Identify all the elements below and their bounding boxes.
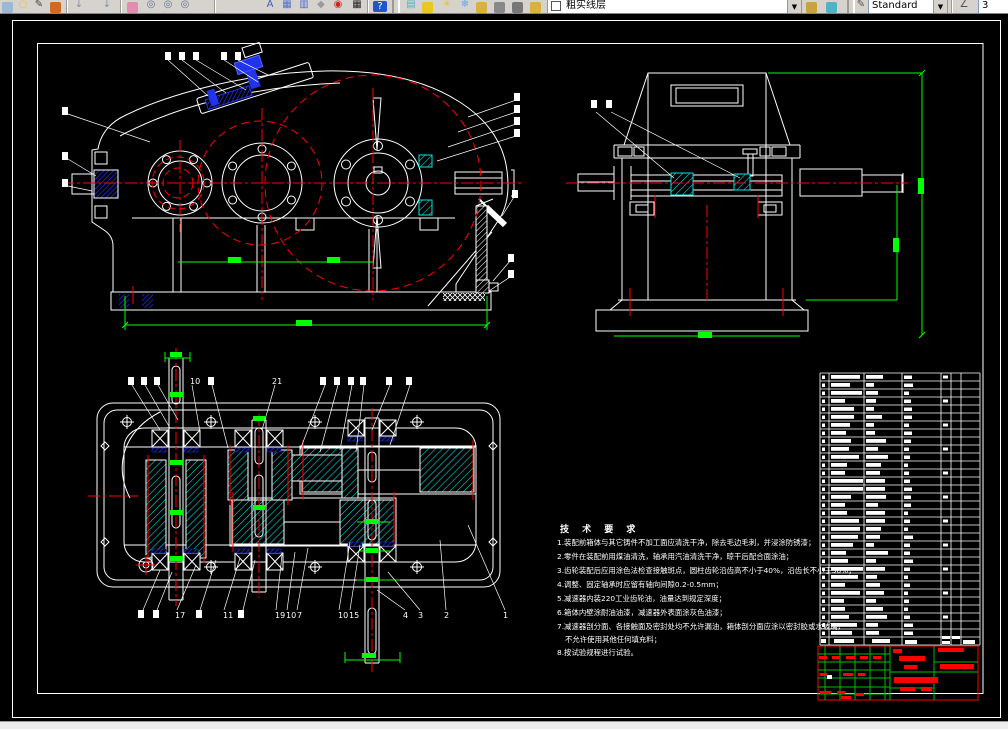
tech-line: 不允许使用其他任何填充料； bbox=[565, 635, 661, 644]
layers-icon[interactable]: ▤ bbox=[404, 0, 418, 13]
drawing-canvas[interactable]: 171119107101543211021 技 术 要 求 1.装配前箱体与其它… bbox=[0, 0, 1008, 729]
help-icon[interactable]: ? bbox=[373, 1, 387, 12]
redo-arrow-icon[interactable]: ↓ bbox=[100, 0, 114, 13]
bulb-icon[interactable] bbox=[422, 2, 433, 13]
callout-number: 7 bbox=[297, 611, 302, 620]
toolbar-separator bbox=[66, 0, 68, 13]
callout-number: 11 bbox=[223, 611, 233, 620]
freeze-icon[interactable]: ❄ bbox=[458, 0, 472, 13]
hatch-grid-icon[interactable]: ▦ bbox=[350, 0, 364, 13]
toolbar: 粗实线层 ▼ Standard ▼ 3 ○✎↓↓◎◎◎A▦▥◆◉▦?▤☀❄✎∠ bbox=[0, 0, 1008, 14]
pencil-icon[interactable]: ✎ bbox=[32, 0, 46, 13]
callout-number: 17 bbox=[175, 611, 185, 620]
toolbar-separator bbox=[214, 0, 216, 13]
undo-arrow-icon[interactable]: ↓ bbox=[72, 0, 86, 13]
tech-line: 4.调整、固定轴承时应留有轴向间隙0.2-0.5mm； bbox=[557, 580, 723, 589]
chevron-down-icon[interactable]: ▼ bbox=[933, 0, 947, 14]
bolt-section bbox=[419, 200, 432, 215]
text-style-value: Standard bbox=[869, 0, 933, 14]
callout-number: 1 bbox=[503, 611, 508, 620]
bolt-section bbox=[419, 155, 432, 167]
pan-hand-icon[interactable] bbox=[127, 2, 138, 13]
title-block-mark bbox=[827, 675, 832, 679]
layer-color-swatch bbox=[551, 1, 561, 11]
edit-attribute-icon[interactable] bbox=[50, 2, 61, 13]
dim-scale-dropdown[interactable]: 3 bbox=[978, 0, 1008, 14]
tech-line: 3.齿轮装配后应用涂色法检查接触斑点，圆柱齿轮沿齿高不小于40%，沿齿长不小于5… bbox=[557, 566, 856, 575]
render-icon[interactable]: ◉ bbox=[331, 0, 345, 13]
named-views-icon[interactable]: A bbox=[263, 0, 277, 13]
layer-plot-icon[interactable] bbox=[512, 2, 523, 13]
layer-color-icon[interactable] bbox=[494, 2, 505, 13]
zoom-previous-icon[interactable]: ◎ bbox=[178, 0, 192, 13]
chevron-down-icon[interactable]: ▼ bbox=[787, 0, 801, 14]
tech-line: 6.箱体内壁涂耐油油漆，减速器外表面涂灰色油漆； bbox=[557, 608, 727, 617]
tech-line: 8.按试验规程进行试验。 bbox=[557, 648, 638, 657]
toolbar-separator bbox=[120, 0, 122, 13]
layer-translate-icon[interactable]: ▥ bbox=[297, 0, 311, 13]
layer-dropdown-value: 粗实线层 bbox=[563, 0, 787, 14]
layer-previous-icon[interactable] bbox=[826, 2, 837, 13]
toolbar-grip[interactable] bbox=[392, 0, 400, 13]
toolbar-separator bbox=[951, 0, 953, 13]
text-style-icon[interactable]: ✎ bbox=[854, 0, 868, 13]
callout-number: 10 bbox=[286, 611, 296, 620]
zoom-realtime-icon[interactable]: ◎ bbox=[144, 0, 158, 13]
callout-number: 15 bbox=[349, 611, 359, 620]
layer-current-icon[interactable] bbox=[530, 2, 541, 13]
callout-number: 2 bbox=[444, 611, 449, 620]
zoom-window-icon[interactable]: ◎ bbox=[161, 0, 175, 13]
tech-line: 7.减速器剖分面、各接触面及密封处均不允许漏油，箱体剖分面应涂以密封胶或水玻璃， bbox=[557, 622, 845, 631]
toolbar-separator bbox=[367, 0, 369, 13]
callout-number: 10 bbox=[338, 611, 348, 620]
dim-scale-value: 3 bbox=[979, 0, 1008, 14]
new-window-icon[interactable] bbox=[2, 2, 13, 13]
tech-line: 2.零件在装配前用煤油清洗，轴承用汽油清洗干净，晾干后配合面涂油； bbox=[557, 552, 793, 561]
layer-dropdown[interactable]: 粗实线层 ▼ bbox=[547, 0, 802, 14]
tech-line: 1.装配前箱体与其它铸件不加工面应清洗干净，除去毛边毛刺，并浸涂防锈漆； bbox=[557, 538, 815, 547]
cad-application-window: 粗实线层 ▼ Standard ▼ 3 ○✎↓↓◎◎◎A▦▥◆◉▦?▤☀❄✎∠ bbox=[0, 0, 1008, 729]
callout-number: 10 bbox=[190, 377, 200, 386]
dim-style-icon[interactable]: ∠ bbox=[957, 0, 971, 13]
sun-icon[interactable]: ☀ bbox=[440, 0, 454, 13]
make-object-layer-icon[interactable] bbox=[806, 2, 817, 13]
shade-icon[interactable]: ◆ bbox=[314, 0, 328, 13]
tech-requirements-title: 技 术 要 求 bbox=[560, 523, 640, 535]
text-style-dropdown[interactable]: Standard ▼ bbox=[868, 0, 948, 14]
bearing-section bbox=[671, 173, 693, 195]
status-bar-edge bbox=[0, 721, 1008, 729]
callout-number: 19 bbox=[275, 611, 285, 620]
callout-number: 3 bbox=[418, 611, 423, 620]
callout-number: 4 bbox=[403, 611, 408, 620]
lock-layer-icon[interactable] bbox=[476, 2, 487, 13]
viewports-icon[interactable]: ▦ bbox=[280, 0, 294, 13]
tech-line: 5.减速器内装220工业齿轮油，油量达到规定深度； bbox=[557, 594, 726, 603]
callout-number: 21 bbox=[272, 377, 282, 386]
donut-icon[interactable]: ○ bbox=[16, 0, 30, 13]
